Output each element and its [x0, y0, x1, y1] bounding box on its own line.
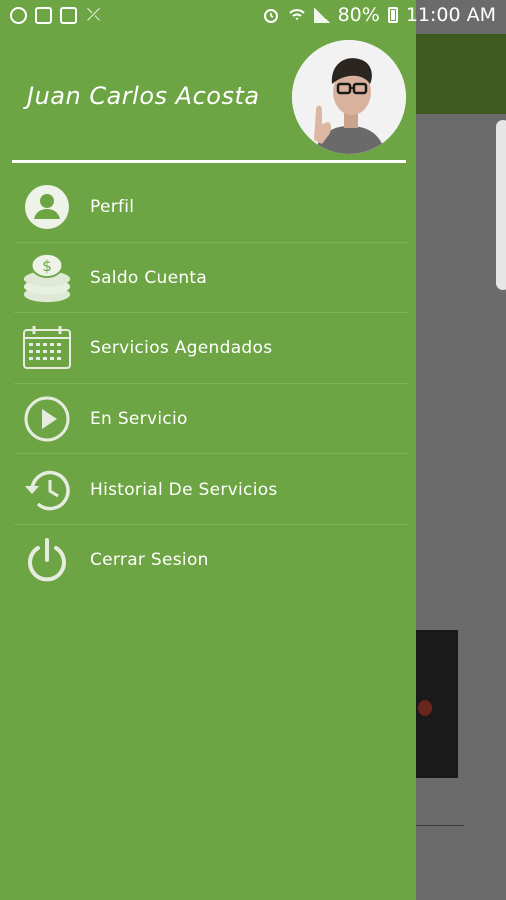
menu-item-cerrar-sesion[interactable]: Cerrar Sesion — [0, 525, 416, 596]
svg-text:$: $ — [42, 257, 52, 275]
gallery-icon — [60, 7, 77, 24]
menu-label: Historial De Servicios — [90, 479, 278, 500]
coins-icon: $ — [20, 251, 74, 305]
background-photo-detail — [418, 700, 432, 716]
power-icon — [20, 533, 74, 587]
history-icon — [20, 463, 74, 517]
calendar-icon — [20, 321, 74, 375]
profile-icon — [20, 180, 74, 234]
menu-item-servicios-agendados[interactable]: Servicios Agendados — [0, 313, 416, 384]
missed-call-icon: ⤫ — [86, 5, 101, 25]
wifi-icon — [288, 6, 306, 24]
alarm-icon — [262, 6, 280, 24]
menu-item-saldo-cuenta[interactable]: $ Saldo Cuenta — [0, 243, 416, 314]
battery-icon — [387, 7, 398, 23]
user-name: Juan Carlos Acosta — [27, 82, 260, 110]
signal-icon — [313, 7, 330, 23]
menu-item-historial-de-servicios[interactable]: Historial De Servicios — [0, 454, 416, 525]
battery-percent: 80% — [337, 4, 380, 26]
background-card — [496, 120, 506, 290]
drawer-menu: Perfil $ Saldo Cuenta Servicios Agendado… — [0, 172, 416, 596]
menu-label: En Servicio — [90, 409, 188, 430]
header-divider — [12, 160, 406, 163]
menu-item-perfil[interactable]: Perfil — [0, 172, 416, 243]
menu-label: Perfil — [90, 197, 135, 218]
navigation-drawer: Juan Carlos Acosta Perfil $ Saldo Cuenta… — [0, 0, 416, 900]
menu-label: Servicios Agendados — [90, 338, 273, 359]
menu-label: Cerrar Sesion — [90, 550, 209, 571]
background-divider — [416, 825, 464, 826]
status-bar: ⤫ 80% 11:00 AM — [0, 0, 506, 34]
menu-item-en-servicio[interactable]: En Servicio — [0, 384, 416, 455]
whatsapp-icon — [10, 7, 27, 24]
menu-label: Saldo Cuenta — [90, 267, 208, 288]
clock: 11:00 AM — [405, 4, 496, 26]
parking-icon — [35, 7, 52, 24]
play-icon — [20, 392, 74, 446]
avatar[interactable] — [292, 40, 406, 154]
